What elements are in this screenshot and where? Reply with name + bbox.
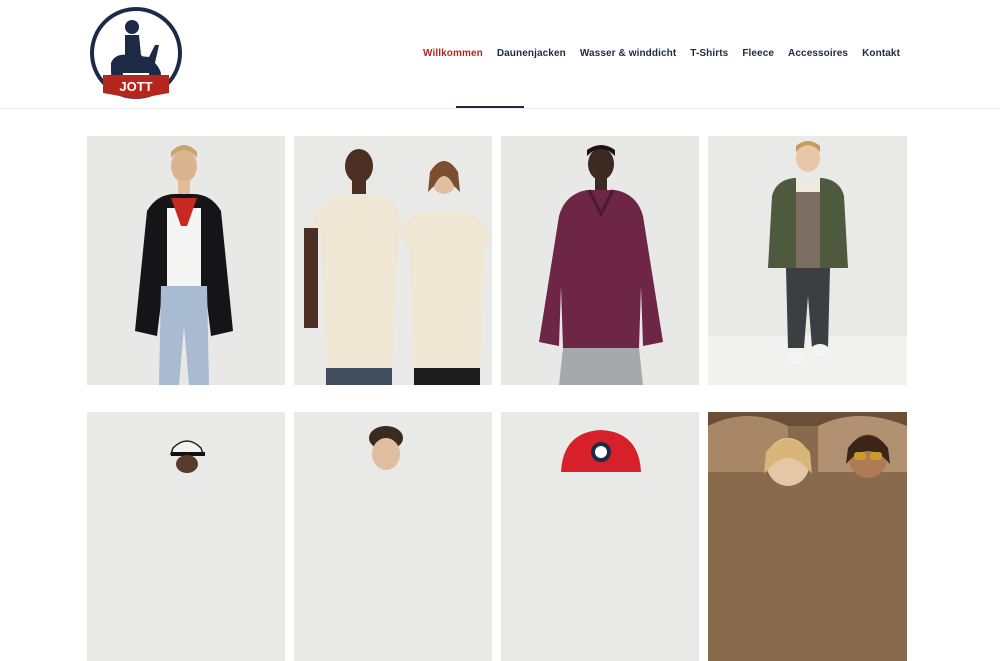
site-header: JOTT Willkommen Daunenjacken Wasser & wi…	[0, 0, 1000, 109]
nav-item-willkommen[interactable]: Willkommen	[423, 48, 483, 59]
nav-item-accessoires[interactable]: Accessoires	[788, 48, 848, 59]
two-people-sunglasses-image	[708, 412, 907, 661]
product-card-cream-t-shirts[interactable]	[294, 136, 492, 385]
two-people-t-shirts-image	[294, 136, 492, 385]
main-nav: Willkommen Daunenjacken Wasser & winddic…	[423, 48, 900, 59]
product-card-red-cap[interactable]	[501, 412, 699, 661]
product-card-man-portrait[interactable]	[294, 412, 492, 661]
jott-logo[interactable]: JOTT	[89, 5, 185, 103]
nav-item-daunenjacken[interactable]: Daunenjacken	[497, 48, 566, 59]
woman-burgundy-fleece-image	[501, 136, 699, 385]
nav-item-fleece[interactable]: Fleece	[742, 48, 774, 59]
product-card-trucker-cap[interactable]	[87, 412, 285, 661]
woman-down-jacket-image	[87, 136, 285, 385]
logo-text: JOTT	[119, 79, 152, 94]
product-card-burgundy-fleece[interactable]	[501, 136, 699, 385]
active-nav-indicator	[456, 106, 524, 108]
nav-item-t-shirts[interactable]: T-Shirts	[690, 48, 728, 59]
product-card-sunglasses-outdoors[interactable]	[708, 412, 907, 661]
nav-item-kontakt[interactable]: Kontakt	[862, 48, 900, 59]
red-cap-image	[501, 412, 699, 661]
boy-puffer-jacket-image	[708, 136, 907, 385]
nav-item-wasser-winddicht[interactable]: Wasser & winddicht	[580, 48, 676, 59]
man-portrait-image	[294, 412, 492, 661]
product-card-woman-down-jacket[interactable]	[87, 136, 285, 385]
product-grid	[87, 136, 907, 661]
product-card-boy-puffer-jacket[interactable]	[708, 136, 907, 385]
person-trucker-cap-image	[87, 412, 285, 661]
scooter-logo-icon: JOTT	[90, 7, 182, 99]
